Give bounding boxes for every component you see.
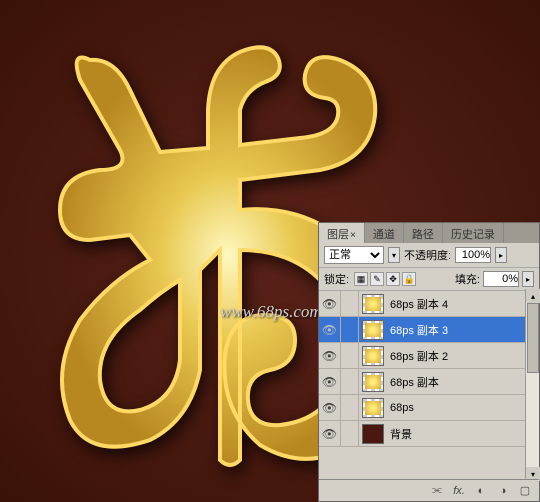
visibility-toggle[interactable]: 👁 [319, 343, 341, 369]
eye-icon: 👁 [322, 427, 337, 441]
layer-thumbnail[interactable] [362, 424, 384, 444]
close-icon[interactable]: × [350, 230, 356, 241]
layer-thumbnail[interactable] [362, 372, 384, 392]
layer-thumbnail[interactable] [362, 294, 384, 314]
scroll-thumb[interactable] [527, 303, 539, 373]
fx-icon[interactable]: fx. [451, 483, 467, 499]
link-col[interactable] [341, 421, 359, 447]
chevron-right-icon[interactable]: ▸ [495, 247, 507, 263]
eye-icon: 👁 [322, 375, 337, 389]
layer-name-label[interactable]: 68ps 副本 3 [390, 322, 448, 338]
lock-label: 锁定: [324, 271, 349, 287]
layer-row[interactable]: 👁 背景 [319, 421, 539, 447]
chevron-right-icon[interactable]: ▸ [522, 271, 534, 287]
link-col[interactable] [341, 291, 359, 317]
layer-name-label[interactable]: 68ps 副本 4 [390, 296, 448, 312]
panel-footer: ⫘ fx. ◐ ◑ ▢ [319, 479, 539, 501]
lock-pixels-icon[interactable]: ✎ [370, 272, 384, 286]
lock-position-icon[interactable]: ✥ [386, 272, 400, 286]
layer-name-label[interactable]: 68ps [390, 402, 414, 414]
layers-panel: 图层× 通道 路径 历史记录 正常 ▾ 不透明度: ▸ 锁定: ▦ ✎ ✥ 🔒 … [318, 222, 540, 502]
layer-thumbnail[interactable] [362, 320, 384, 340]
blend-opacity-row: 正常 ▾ 不透明度: ▸ [319, 243, 539, 268]
layer-row[interactable]: 👁 68ps 副本 2 [319, 343, 539, 369]
visibility-toggle[interactable]: 👁 [319, 395, 341, 421]
layer-name-label[interactable]: 背景 [390, 426, 412, 442]
opacity-input[interactable] [455, 247, 491, 263]
visibility-toggle[interactable]: 👁 [319, 317, 341, 343]
blend-mode-select[interactable]: 正常 [324, 246, 384, 264]
visibility-toggle[interactable]: 👁 [319, 421, 341, 447]
mask-icon[interactable]: ◐ [473, 483, 489, 499]
folder-icon[interactable]: ▢ [517, 483, 533, 499]
eye-icon: 👁 [322, 323, 337, 337]
link-col[interactable] [341, 369, 359, 395]
layer-thumbnail[interactable] [362, 398, 384, 418]
layer-thumbnail[interactable] [362, 346, 384, 366]
lock-transparent-icon[interactable]: ▦ [354, 272, 368, 286]
layer-name-label[interactable]: 68ps 副本 [390, 374, 439, 390]
visibility-toggle[interactable]: 👁 [319, 291, 341, 317]
eye-icon: 👁 [322, 297, 337, 311]
scrollbar[interactable]: ▴ ▾ [525, 289, 539, 481]
fill-label: 填充: [455, 271, 480, 287]
eye-icon: 👁 [322, 401, 337, 415]
panel-tabs: 图层× 通道 路径 历史记录 [319, 223, 539, 243]
tab-history[interactable]: 历史记录 [443, 223, 504, 243]
tab-channels[interactable]: 通道 [365, 223, 404, 243]
layer-name-label[interactable]: 68ps 副本 2 [390, 348, 448, 364]
lock-all-icon[interactable]: 🔒 [402, 272, 416, 286]
layer-row[interactable]: 👁 68ps 副本 [319, 369, 539, 395]
tab-paths[interactable]: 路径 [404, 223, 443, 243]
tab-layers[interactable]: 图层× [319, 223, 365, 243]
eye-icon: 👁 [322, 349, 337, 363]
adjustment-icon[interactable]: ◑ [495, 483, 511, 499]
layer-row[interactable]: 👁 68ps 副本 3 [319, 317, 539, 343]
chevron-down-icon[interactable]: ▾ [388, 247, 400, 263]
layer-row[interactable]: 👁 68ps [319, 395, 539, 421]
link-col[interactable] [341, 395, 359, 421]
watermark-text: www.68ps.com [220, 302, 322, 322]
layer-row[interactable]: 👁 68ps 副本 4 [319, 291, 539, 317]
link-icon[interactable]: ⫘ [429, 483, 445, 499]
lock-fill-row: 锁定: ▦ ✎ ✥ 🔒 填充: ▸ [319, 268, 539, 291]
visibility-toggle[interactable]: 👁 [319, 369, 341, 395]
fill-input[interactable] [483, 271, 519, 287]
opacity-label: 不透明度: [404, 247, 451, 263]
layers-list: 👁 68ps 副本 4 👁 68ps 副本 3 👁 68ps 副本 2 👁 68ps 副本 👁 6… [319, 291, 539, 481]
link-col[interactable] [341, 317, 359, 343]
link-col[interactable] [341, 343, 359, 369]
scroll-up-icon[interactable]: ▴ [526, 289, 540, 303]
